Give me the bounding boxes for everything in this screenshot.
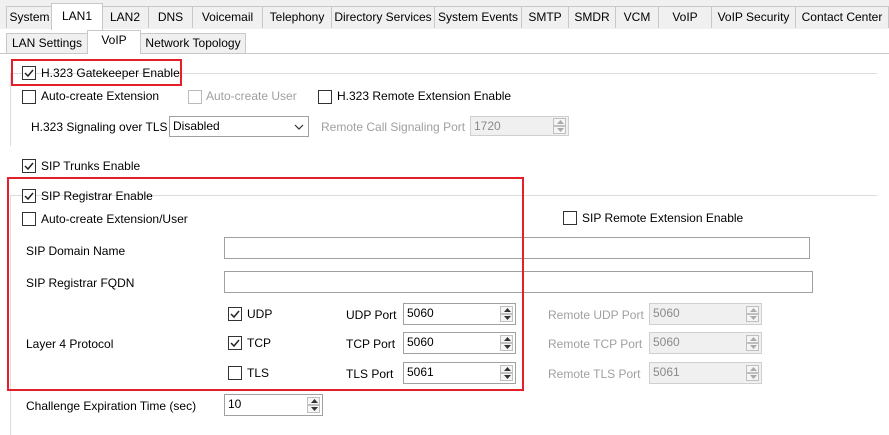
remote-tls-value: 5061 xyxy=(653,365,680,379)
spin-up-button[interactable] xyxy=(746,365,759,373)
tab-dns[interactable]: DNS xyxy=(148,6,193,28)
spin-up-button[interactable] xyxy=(307,397,320,405)
tab-smdr[interactable]: SMDR xyxy=(568,6,616,28)
remote-udp-label: Remote UDP Port xyxy=(548,308,644,322)
challenge-expiration-input[interactable]: 10 xyxy=(224,394,323,416)
h323-auto-create-user-checkbox[interactable] xyxy=(188,90,202,104)
tab-voip-security[interactable]: VoIP Security xyxy=(711,6,796,28)
remote-tls-input[interactable]: 5061 xyxy=(649,362,762,384)
tab-smtp[interactable]: SMTP xyxy=(521,6,569,28)
arrow-up-icon xyxy=(750,367,757,371)
challenge-expiration-label: Challenge Expiration Time (sec) xyxy=(26,399,197,413)
arrow-up-icon xyxy=(311,399,318,403)
tab-directory-services[interactable]: Directory Services xyxy=(331,6,435,28)
remote-tcp-label: Remote TCP Port xyxy=(548,337,643,351)
sip-remote-ext-label: SIP Remote Extension Enable xyxy=(582,211,744,225)
subtab-voip[interactable]: VoIP xyxy=(87,30,141,54)
chevron-down-icon xyxy=(294,124,304,130)
h323-auto-create-ext-label: Auto-create Extension xyxy=(41,89,160,103)
arrow-up-icon xyxy=(750,337,757,341)
tab-lan1[interactable]: LAN1 xyxy=(51,3,103,30)
remote-udp-spinner[interactable] xyxy=(746,306,760,322)
sip-trunks-label: SIP Trunks Enable xyxy=(41,159,141,173)
remote-tcp-spinner[interactable] xyxy=(746,335,760,351)
h323-auto-create-ext-checkbox[interactable] xyxy=(22,90,36,104)
sip-trunks-checkbox[interactable] xyxy=(22,159,36,173)
arrow-down-icon xyxy=(750,316,757,320)
h323-signaling-tls-label: H.323 Signaling over TLS xyxy=(31,120,168,134)
remote-call-port-value: 1720 xyxy=(474,119,501,133)
spin-up-button[interactable] xyxy=(746,335,759,343)
tab-lan2[interactable]: LAN2 xyxy=(101,6,149,28)
challenge-expiration-spinner[interactable] xyxy=(307,397,321,413)
subtab-lan-settings[interactable]: LAN Settings xyxy=(6,33,88,53)
arrow-down-icon xyxy=(750,345,757,349)
spin-up-button[interactable] xyxy=(746,306,759,314)
sip-remote-ext-checkbox[interactable] xyxy=(563,211,577,225)
arrow-up-icon xyxy=(750,308,757,312)
tab-vcm[interactable]: VCM xyxy=(615,6,659,28)
h323-signaling-tls-select[interactable]: Disabled xyxy=(169,116,309,137)
remote-call-port-label: Remote Call Signaling Port xyxy=(321,120,466,134)
remote-udp-input[interactable]: 5060 xyxy=(649,303,762,325)
remote-udp-value: 5060 xyxy=(653,306,680,320)
h323-signaling-tls-value: Disabled xyxy=(173,119,220,133)
h323-auto-create-user-label: Auto-create User xyxy=(206,89,297,103)
h323-remote-ext-checkbox[interactable] xyxy=(318,90,332,104)
arrow-up-icon xyxy=(557,120,564,124)
checkmark-icon xyxy=(24,162,34,171)
sub-tab-bar: LAN Settings VoIP Network Topology xyxy=(0,29,889,54)
remote-call-port-spinner[interactable] xyxy=(553,118,567,134)
tab-voip[interactable]: VoIP xyxy=(658,6,712,28)
h323-remote-ext-label: H.323 Remote Extension Enable xyxy=(337,89,512,103)
highlight-box-sip-registrar xyxy=(7,177,524,391)
highlight-box-h323 xyxy=(11,59,182,86)
remote-tls-spinner[interactable] xyxy=(746,365,760,381)
spin-down-button[interactable] xyxy=(746,314,759,322)
arrow-down-icon xyxy=(557,128,564,132)
tab-voicemail[interactable]: Voicemail xyxy=(192,6,263,28)
top-tab-bar: System LAN1 LAN2 DNS Voicemail Telephony… xyxy=(0,0,889,30)
remote-tcp-input[interactable]: 5060 xyxy=(649,332,762,354)
remote-tcp-value: 5060 xyxy=(653,335,680,349)
spin-down-button[interactable] xyxy=(746,373,759,381)
spin-down-button[interactable] xyxy=(553,126,566,134)
subtab-network-topology[interactable]: Network Topology xyxy=(140,33,246,53)
tab-system-events[interactable]: System Events xyxy=(434,6,522,28)
spin-up-button[interactable] xyxy=(553,118,566,126)
arrow-down-icon xyxy=(311,407,318,411)
remote-call-port-input[interactable]: 1720 xyxy=(470,116,569,136)
arrow-down-icon xyxy=(750,375,757,379)
spin-down-button[interactable] xyxy=(307,405,320,413)
tab-contact-center[interactable]: Contact Center xyxy=(795,6,889,28)
tab-system[interactable]: System xyxy=(6,6,53,28)
spin-down-button[interactable] xyxy=(746,343,759,351)
tab-telephony[interactable]: Telephony xyxy=(262,6,332,28)
remote-tls-label: Remote TLS Port xyxy=(548,367,641,381)
challenge-expiration-value: 10 xyxy=(228,397,242,411)
